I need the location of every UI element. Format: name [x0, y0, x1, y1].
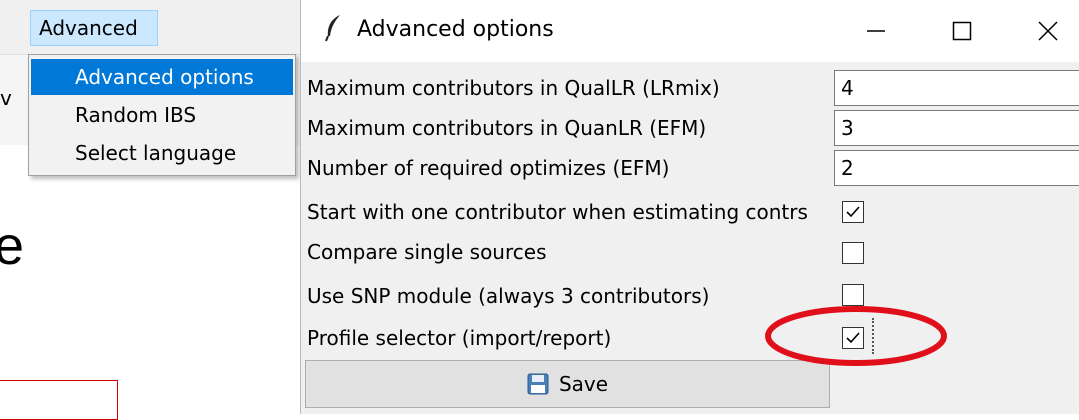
advanced-dropdown-menu: Advanced options Random IBS Select langu… — [28, 54, 296, 176]
qualrl-max-contributors-input[interactable]: 4 — [834, 70, 1079, 106]
background-menubar: Advanced — [0, 0, 300, 54]
required-optimizes-input[interactable]: 2 — [834, 150, 1079, 186]
menu-item-advanced-options[interactable]: Advanced options — [31, 59, 293, 95]
maximize-button[interactable] — [927, 0, 997, 62]
option-label-start-one-contributor: Start with one contributor when estimati… — [307, 200, 808, 224]
minimize-button[interactable] — [841, 0, 911, 62]
save-button-label: Save — [558, 372, 609, 396]
minimize-icon — [867, 30, 885, 32]
snp-module-checkbox[interactable] — [842, 284, 864, 306]
compare-single-sources-checkbox[interactable] — [842, 242, 864, 264]
option-label-compare-single-sources: Compare single sources — [307, 240, 547, 264]
field-label-optimizes: Number of required optimizes (EFM) — [307, 156, 670, 180]
save-button[interactable]: Save — [305, 360, 830, 408]
advanced-options-dialog: Advanced options Maximum contributors in… — [300, 0, 1079, 414]
floppy-disk-icon — [527, 373, 549, 395]
dialog-title: Advanced options — [357, 17, 554, 42]
field-label-quanlr: Maximum contributors in QuanLR (EFM) — [307, 116, 707, 140]
option-label-profile-selector: Profile selector (import/report) — [307, 326, 612, 350]
background-toolbar-fragment: v — [0, 86, 12, 110]
checkmark-icon — [846, 206, 860, 218]
checkmark-icon — [846, 332, 860, 344]
start-one-contributor-checkbox[interactable] — [842, 201, 864, 223]
field-label-qualrl: Maximum contributors in QualLR (LRmix) — [307, 76, 720, 100]
feather-icon — [323, 14, 345, 42]
close-icon — [1038, 21, 1058, 41]
maximize-icon — [952, 21, 972, 41]
menu-advanced[interactable]: Advanced — [30, 10, 158, 46]
menu-item-random-ibs[interactable]: Random IBS — [31, 97, 293, 133]
option-label-snp-module: Use SNP module (always 3 contributors) — [307, 284, 710, 308]
quanlr-max-contributors-input[interactable]: 3 — [834, 110, 1079, 146]
background-text-fragment: e — [0, 216, 25, 276]
close-button[interactable] — [1013, 0, 1079, 62]
menu-item-select-language[interactable]: Select language — [31, 135, 293, 171]
title-bar[interactable]: Advanced options — [301, 0, 1079, 62]
background-red-box — [0, 380, 118, 420]
focus-indicator — [872, 318, 876, 354]
profile-selector-checkbox[interactable] — [842, 327, 864, 349]
